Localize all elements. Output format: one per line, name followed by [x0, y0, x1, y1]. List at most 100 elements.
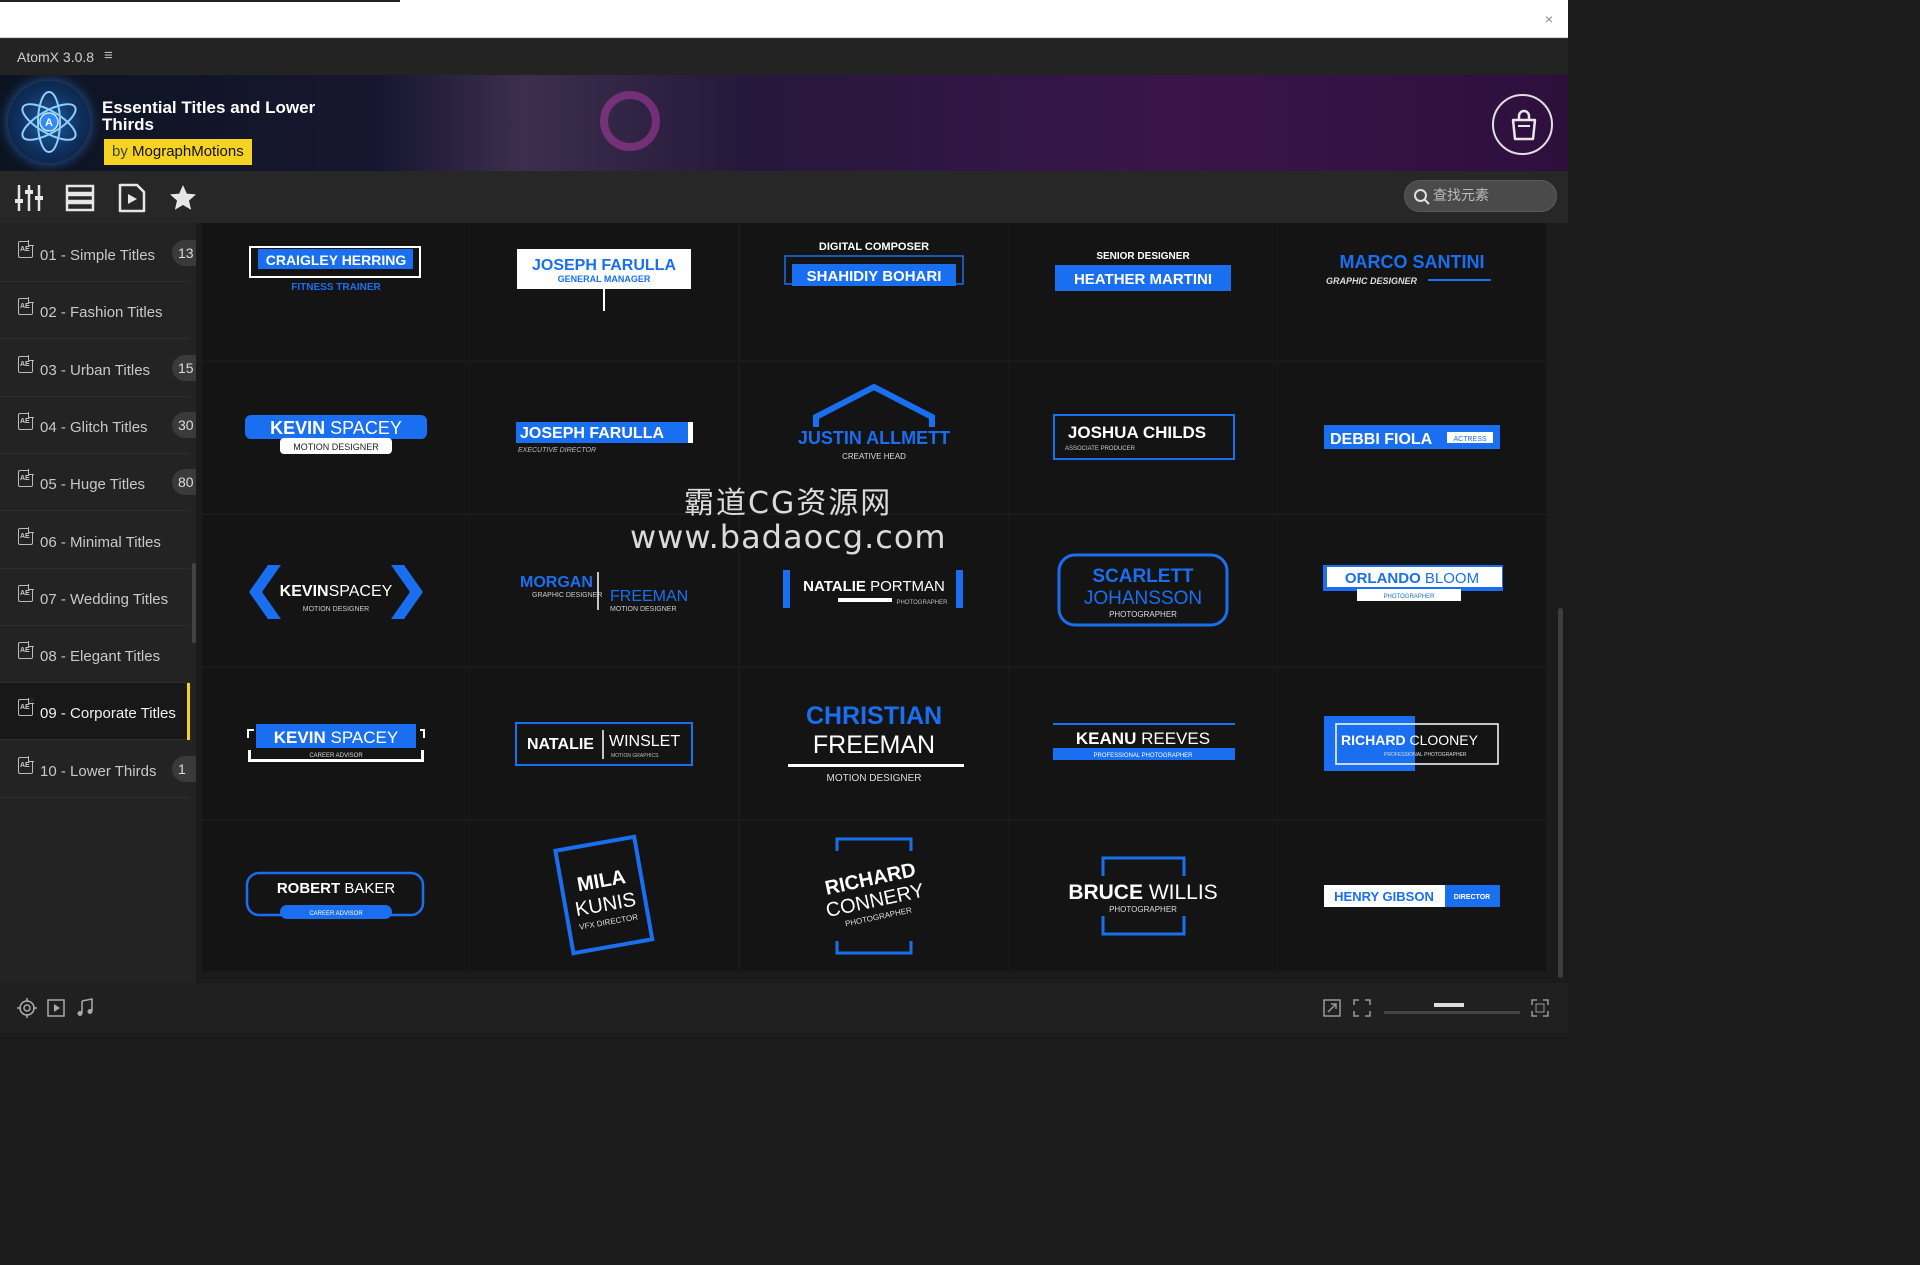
fit-icon[interactable]	[1352, 998, 1372, 1018]
sidebar-item[interactable]: AE 09 - Corporate Titles	[0, 683, 190, 741]
svg-text:CAREER ADVISOR: CAREER ADVISOR	[309, 911, 363, 917]
template-tile[interactable]: SCARLETT JOHANSSON PHOTOGRAPHER	[1009, 515, 1277, 666]
title-preview: HENRY GIBSON DIRECTOR	[1324, 885, 1500, 907]
template-tile[interactable]: RICHARD CONNERY PHOTOGRAPHER	[740, 821, 1008, 971]
shopping-bag-icon[interactable]	[1492, 94, 1553, 155]
template-tile[interactable]: KEVIN SPACEY CAREER ADVISOR	[202, 668, 469, 819]
template-tile[interactable]: KEVIN SPACEY MOTION DESIGNER	[202, 362, 469, 513]
preview-icon[interactable]	[117, 183, 147, 213]
watermark-title: 霸道CG资源网	[684, 486, 893, 521]
sidebar-item[interactable]: AE 01 - Simple Titles 13	[0, 225, 196, 282]
ae-file-icon: AE	[18, 297, 34, 316]
resize-icon[interactable]	[1322, 998, 1342, 1018]
svg-text:DIGITAL COMPOSER: DIGITAL COMPOSER	[819, 241, 929, 253]
sidebar-item[interactable]: AE 06 - Minimal Titles	[0, 512, 190, 569]
sliders-icon[interactable]	[14, 183, 44, 213]
svg-text:MOTION DESIGNER: MOTION DESIGNER	[826, 773, 921, 784]
svg-text:PHOTOGRAPHER: PHOTOGRAPHER	[1109, 905, 1177, 914]
ae-file-icon: AE	[18, 641, 34, 660]
app-title: AtomX 3.0.8	[17, 49, 95, 65]
svg-text:FITNESS TRAINER: FITNESS TRAINER	[291, 282, 381, 293]
fullscreen-icon[interactable]	[1530, 998, 1550, 1018]
product-banner: A Essential Titles and Lower Thirds by M…	[0, 75, 1568, 171]
svg-text:KEVINSPACEY: KEVINSPACEY	[280, 583, 393, 600]
svg-text:CHRISTIAN: CHRISTIAN	[806, 702, 942, 730]
template-tile[interactable]: MILA KUNIS VFX DIRECTOR	[470, 821, 738, 971]
star-icon[interactable]	[168, 183, 198, 213]
svg-text:JOHANSSON: JOHANSSON	[1084, 588, 1202, 609]
hamburger-menu-icon[interactable]: ≡	[104, 47, 113, 64]
template-tile[interactable]: HENRY GIBSON DIRECTOR	[1278, 821, 1546, 971]
list-view-icon[interactable]	[65, 183, 95, 213]
svg-text:HEATHER MARTINI: HEATHER MARTINI	[1074, 271, 1212, 288]
title-preview: KEANU REEVES PROFESSIONAL PHOTOGRAPHER	[1053, 723, 1235, 760]
svg-text:MARCO SANTINI: MARCO SANTINI	[1340, 252, 1485, 272]
search-input[interactable]	[1433, 185, 1551, 207]
sidebar-item[interactable]: AE 02 - Fashion Titles	[0, 282, 190, 340]
sidebar-scrollbar[interactable]	[192, 563, 196, 643]
template-tile[interactable]: JOSEPH FARULLA GENERAL MANAGER	[470, 223, 738, 360]
banner-decoration	[600, 91, 660, 151]
template-tile[interactable]: CHRISTIAN FREEMAN MOTION DESIGNER	[740, 668, 1008, 819]
sidebar-item[interactable]: AE 10 - Lower Thirds 1	[0, 741, 196, 798]
template-tile[interactable]: DEBBI FIOLA ACTRESS	[1278, 362, 1546, 513]
search-box[interactable]	[1404, 180, 1557, 212]
sidebar-item-label: 08 - Elegant Titles	[40, 648, 161, 666]
play-box-icon[interactable]	[46, 998, 66, 1018]
title-preview: ROBERT BAKER CAREER ADVISOR	[245, 871, 425, 919]
sidebar-item[interactable]: AE 05 - Huge Titles 80	[0, 454, 196, 512]
sidebar-item-label: 05 - Huge Titles	[40, 476, 146, 494]
svg-text:EXECUTIVE DIRECTOR: EXECUTIVE DIRECTOR	[518, 447, 596, 454]
template-tile[interactable]: DIGITAL COMPOSER SHAHIDIY BOHARI	[740, 223, 1008, 360]
template-tile[interactable]: NATALIE WINSLET MOTION GRAPHICS	[470, 668, 738, 819]
sidebar-item-label: 03 - Urban Titles	[40, 361, 151, 379]
template-tile[interactable]: ORLANDO BLOOM PHOTOGRAPHER	[1278, 515, 1546, 666]
grid-scrollbar[interactable]	[1558, 608, 1563, 978]
sidebar-item[interactable]: AE 04 - Glitch Titles 30	[0, 397, 196, 454]
svg-text:SENIOR DESIGNER: SENIOR DESIGNER	[1096, 251, 1190, 262]
template-tile[interactable]: SENIOR DESIGNER HEATHER MARTINI	[1009, 223, 1277, 360]
template-tile[interactable]: JOSHUA CHILDS ASSOCIATE PRODUCER	[1009, 362, 1277, 513]
author-badge[interactable]: by MographMotions	[104, 139, 252, 165]
ae-file-icon: AE	[18, 411, 34, 430]
sidebar-item[interactable]: AE 08 - Elegant Titles	[0, 626, 190, 684]
svg-text:SHAHIDIY BOHARI: SHAHIDIY BOHARI	[807, 268, 942, 285]
title-preview: KEVINSPACEY MOTION DESIGNER	[249, 565, 423, 619]
template-tile[interactable]: ROBERT BAKER CAREER ADVISOR	[202, 821, 469, 971]
sidebar-item[interactable]: AE 03 - Urban Titles 15	[0, 340, 196, 397]
target-icon[interactable]	[17, 998, 37, 1018]
svg-text:JOSHUA CHILDS: JOSHUA CHILDS	[1068, 423, 1206, 442]
template-tile[interactable]: KEANU REEVES PROFESSIONAL PHOTOGRAPHER	[1009, 668, 1277, 819]
zoom-slider-thumb[interactable]	[1433, 1003, 1464, 1007]
sidebar-item[interactable]: AE 07 - Wedding Titles	[0, 569, 190, 626]
svg-text:CAREER ADVISOR: CAREER ADVISOR	[309, 753, 363, 759]
item-count-badge: 15	[172, 354, 196, 381]
zoom-slider[interactable]	[1384, 1011, 1520, 1014]
svg-text:BRUCE WILLIS: BRUCE WILLIS	[1068, 881, 1217, 904]
title-preview: MARCO SANTINI GRAPHIC DESIGNER	[1326, 252, 1491, 286]
svg-text:JUSTIN ALLMETT: JUSTIN ALLMETT	[798, 428, 950, 448]
template-tile[interactable]: CRAIGLEY HERRING FITNESS TRAINER	[202, 223, 469, 360]
ae-file-icon: AE	[18, 698, 34, 717]
sidebar-item-label: 10 - Lower Thirds	[40, 762, 157, 780]
title-preview: RICHARD CLOONEY PROFESSIONAL PHOTOGRAPHER	[1324, 716, 1499, 771]
svg-text:DEBBI FIOLA: DEBBI FIOLA	[1330, 431, 1433, 448]
close-icon[interactable]: ×	[1538, 8, 1560, 30]
ae-file-icon: AE	[18, 240, 34, 258]
title-preview: SCARLETTJOHANSSONPHOTOGRAPHER	[1057, 553, 1229, 627]
title-preview: DIGITAL COMPOSER SHAHIDIY BOHARI	[784, 241, 964, 286]
toolbar	[0, 171, 1568, 223]
template-tile[interactable]: BRUCE WILLIS PHOTOGRAPHER	[1009, 821, 1277, 971]
template-tile[interactable]: RICHARD CLOONEY PROFESSIONAL PHOTOGRAPHER	[1278, 668, 1546, 819]
music-note-icon[interactable]	[75, 998, 95, 1018]
template-tile[interactable]: MARCO SANTINI GRAPHIC DESIGNER	[1278, 223, 1546, 360]
browser-top-strip: ×	[0, 0, 1568, 38]
template-tile[interactable]: KEVINSPACEY MOTION DESIGNER	[202, 515, 469, 666]
item-count-badge: 13	[172, 240, 196, 266]
svg-text:HENRY GIBSON: HENRY GIBSON	[1334, 889, 1434, 904]
sidebar-item-label: 01 - Simple Titles	[40, 247, 156, 264]
title-preview: CRAIGLEY HERRING FITNESS TRAINER	[249, 246, 421, 293]
svg-text:GRAPHIC DESIGNER: GRAPHIC DESIGNER	[1326, 276, 1418, 286]
category-sidebar: AE 01 - Simple Titles 13 AE 02 - Fashion Tit…	[0, 223, 196, 983]
loading-bar	[0, 0, 400, 2]
